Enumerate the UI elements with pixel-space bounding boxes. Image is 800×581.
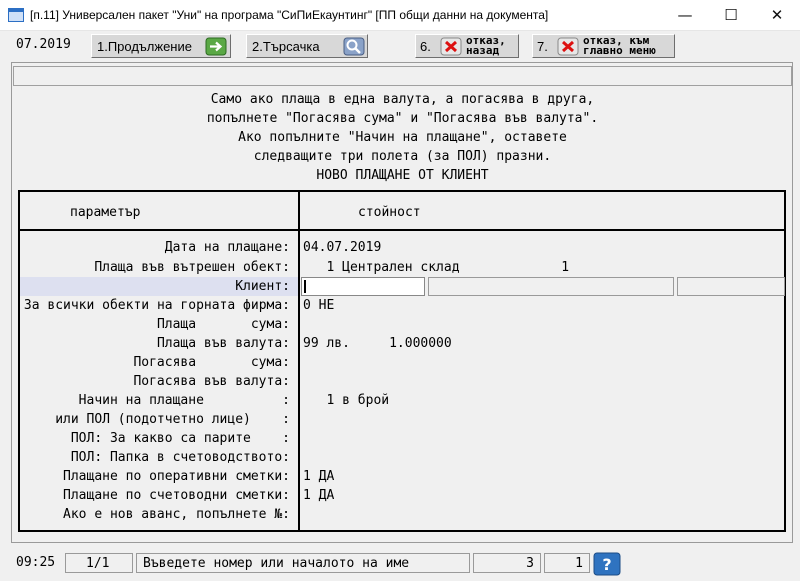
help-icon[interactable]: ? — [593, 552, 621, 576]
value-payment-date[interactable]: 04.07.2019 — [303, 240, 381, 255]
message-line: следващите три полета (за ПОЛ) празни. — [253, 149, 552, 164]
cancel-main-num: 7. — [537, 39, 548, 54]
close-button[interactable]: ✕ — [754, 0, 800, 30]
cancel-back-line2: назад — [466, 44, 500, 57]
cancel-back-num: 6. — [420, 39, 431, 54]
column-header-value: стойност — [358, 205, 421, 220]
value-all-objects[interactable]: 0 НЕ — [303, 298, 334, 313]
label-pol-folder: ПОЛ: Папка в счетоводството: — [70, 450, 290, 465]
label-accounting-accounts: Плащане по счетоводни сметки: — [63, 488, 290, 503]
label-payment-date: Дата на плащане: — [164, 240, 290, 255]
header-strip — [13, 66, 792, 86]
value-payment-method[interactable]: 1 в брой — [303, 393, 389, 408]
label-repays-amount: Погасява сума: — [133, 355, 290, 370]
arrow-right-icon — [205, 37, 227, 56]
label-payment-method: Начин на плащане : — [78, 393, 290, 408]
message-line: Ако попълните "Начин на плащане", оставе… — [238, 130, 567, 145]
cancel-main-line2: главно меню — [583, 44, 656, 57]
label-repays-currency: Погасява във валута: — [133, 374, 290, 389]
red-x-icon — [440, 37, 462, 56]
app-icon — [8, 8, 24, 22]
period-label: 07.2019 — [16, 37, 71, 52]
column-header-parameter: параметър — [70, 205, 141, 220]
search-button-label: 2.Търсачка — [252, 39, 320, 54]
cancel-main-menu-button[interactable]: 7. отказ, към главно меню — [532, 34, 675, 58]
maximize-button[interactable]: ☐ — [708, 0, 754, 30]
window-title: [п.11] Универсален пакет "Уни" на програ… — [30, 8, 549, 22]
label-all-objects: За всички обекти на горната фирма: — [23, 298, 290, 313]
continue-button-label: 1.Продължение — [97, 39, 192, 54]
form-heading: НОВО ПЛАЩАНЕ ОТ КЛИЕНТ — [316, 168, 489, 183]
status-time: 09:25 — [16, 555, 56, 570]
value-internal-object[interactable]: 1 Централен склад 1 — [303, 260, 569, 275]
label-advance-number: Ако е нов аванс, попълнете №: — [63, 507, 290, 522]
message-line: Само ако плаща в една валута, а погасява… — [210, 92, 595, 107]
red-x-icon — [557, 37, 579, 56]
continue-button[interactable]: 1.Продължение — [91, 34, 231, 58]
label-pays-amount: Плаща сума: — [156, 317, 290, 332]
value-operative-accounts[interactable]: 1 ДА — [303, 469, 334, 484]
svg-text:?: ? — [602, 555, 611, 574]
cancel-back-button[interactable]: 6. отказ, назад — [415, 34, 519, 58]
status-count: 3 — [473, 553, 541, 573]
value-accounting-accounts[interactable]: 1 ДА — [303, 488, 334, 503]
text-cursor — [304, 280, 306, 293]
client-name-field[interactable] — [428, 277, 674, 296]
status-index: 1 — [544, 553, 590, 573]
status-page: 1/1 — [65, 553, 133, 573]
minimize-button[interactable]: — — [662, 0, 708, 30]
label-operative-accounts: Плащане по оперативни сметки: — [63, 469, 290, 484]
status-hint: Въведете номер или началото на име — [136, 553, 470, 573]
label-internal-object: Плаща във вътрешен обект: — [94, 260, 290, 275]
value-pays-currency[interactable]: 99 лв. 1.000000 — [303, 336, 452, 351]
search-button[interactable]: 2.Търсачка — [246, 34, 368, 58]
instruction-message: Само ако плаща в една валута, а погасява… — [13, 90, 792, 185]
message-line: попълнете "Погасява сума" и "Погасява въ… — [206, 111, 599, 126]
client-extra-field[interactable] — [677, 277, 785, 296]
column-divider — [298, 190, 300, 532]
header-divider — [18, 229, 786, 231]
client-input[interactable] — [301, 277, 425, 296]
magnifier-icon — [343, 37, 365, 56]
label-pays-currency: Плаща във валута: — [156, 336, 290, 351]
label-client: Клиент: — [235, 279, 290, 294]
label-pol-purpose: ПОЛ: За какво са парите : — [70, 431, 290, 446]
label-accountable-person: или ПОЛ (подотчетно лице) : — [55, 412, 290, 427]
